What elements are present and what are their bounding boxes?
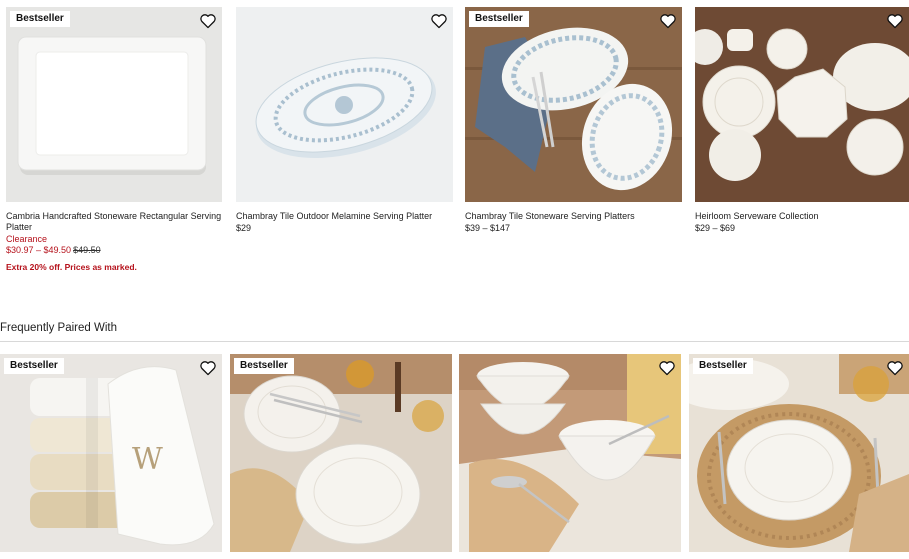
- stoneware-platters-image: [465, 7, 682, 202]
- product-title-2[interactable]: Chambray Tile Outdoor Melamine Serving P…: [236, 211, 453, 222]
- price: $29 – $69: [695, 223, 736, 233]
- section-heading: Frequently Paired With: [0, 322, 117, 334]
- towels-image: W: [0, 354, 222, 552]
- bestseller-badge: Bestseller: [693, 358, 753, 374]
- bestseller-badge: Bestseller: [4, 358, 64, 374]
- paired-image-4[interactable]: [689, 354, 909, 552]
- heart-icon[interactable]: [199, 360, 217, 376]
- place-setting-image: [689, 354, 909, 552]
- price: $39 – $147: [465, 223, 511, 233]
- heart-icon[interactable]: [886, 360, 904, 376]
- heart-icon[interactable]: [658, 360, 676, 376]
- monogram-text: W: [132, 442, 163, 477]
- paired-image-2[interactable]: [230, 354, 452, 552]
- bowls-image: [459, 354, 681, 552]
- sale-price: $30.97 – $49.50 $49.50: [6, 245, 101, 255]
- bestseller-badge: Bestseller: [234, 358, 294, 374]
- product-image-4[interactable]: [695, 7, 909, 202]
- product-card-4[interactable]: Heirloom Serveware Collection $29 – $69: [695, 7, 909, 237]
- sale-price-range: $30.97 – $49.50: [6, 245, 72, 255]
- product-card-1[interactable]: Bestseller Cambria Handcrafted Stoneware…: [6, 7, 222, 277]
- paired-image-3[interactable]: [459, 354, 681, 552]
- product-image-3[interactable]: [465, 7, 682, 202]
- product-title-1[interactable]: Cambria Handcrafted Stoneware Rectangula…: [6, 211, 222, 233]
- rectangular-platter-image: [6, 7, 222, 202]
- heart-icon[interactable]: [886, 13, 904, 29]
- paired-card-2[interactable]: Bestseller: [230, 354, 452, 552]
- bestseller-badge: Bestseller: [10, 11, 70, 27]
- heart-icon[interactable]: [659, 13, 677, 29]
- heart-icon[interactable]: [199, 13, 217, 29]
- divider: [0, 341, 909, 342]
- heirloom-serveware-image: [695, 7, 909, 202]
- paired-card-4[interactable]: Bestseller: [689, 354, 909, 552]
- heart-icon[interactable]: [430, 13, 448, 29]
- product-card-3[interactable]: Bestseller Chambray Tile Stoneware Servi…: [465, 7, 682, 237]
- plates-image: [230, 354, 452, 552]
- bestseller-badge: Bestseller: [469, 11, 529, 27]
- original-price: $49.50: [73, 245, 101, 255]
- product-card-2[interactable]: Chambray Tile Outdoor Melamine Serving P…: [236, 7, 453, 237]
- product-image-2[interactable]: [236, 7, 453, 202]
- paired-card-3[interactable]: [459, 354, 681, 552]
- product-title-4[interactable]: Heirloom Serveware Collection: [695, 211, 909, 222]
- product-title-3[interactable]: Chambray Tile Stoneware Serving Platters: [465, 211, 682, 222]
- promo-text: Extra 20% off. Prices as marked.: [6, 262, 137, 272]
- product-image-1[interactable]: [6, 7, 222, 202]
- paired-card-1[interactable]: W Bestseller: [0, 354, 222, 552]
- price: $29: [236, 223, 252, 233]
- melamine-platter-image: [236, 7, 453, 202]
- paired-image-1[interactable]: W: [0, 354, 222, 552]
- clearance-label: Clearance: [6, 234, 48, 244]
